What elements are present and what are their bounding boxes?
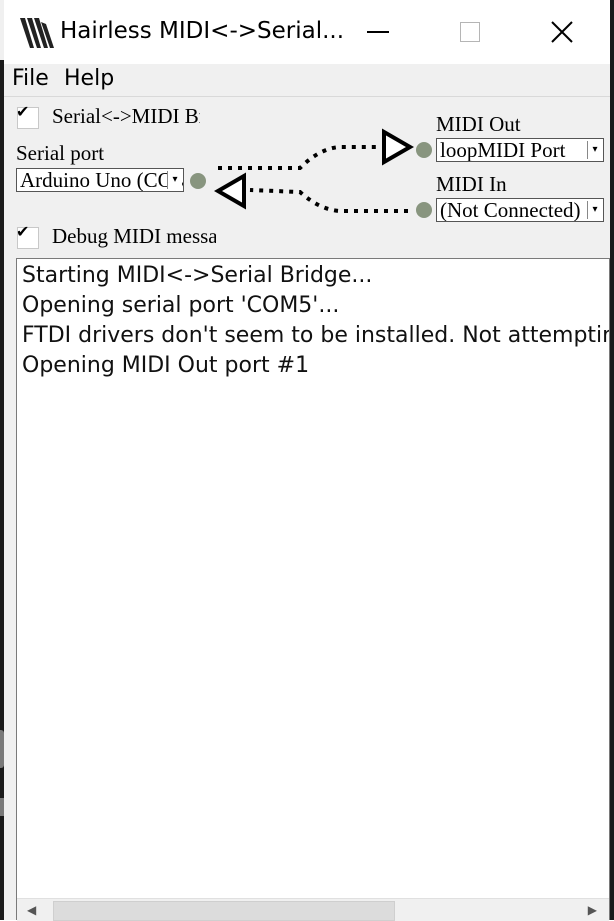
- midi-out-label: MIDI Out: [436, 112, 521, 136]
- scroll-right-icon[interactable]: ▶: [588, 903, 597, 917]
- log-horizontal-scrollbar[interactable]: ◀ ▶: [17, 898, 609, 921]
- midi-out-status-dot: [416, 142, 432, 158]
- debug-midi-checkbox[interactable]: ✔: [16, 222, 39, 249]
- midi-in-label: MIDI In: [436, 172, 507, 196]
- log-line: Opening MIDI Out port #1: [22, 353, 310, 378]
- background-window-edge: [0, 60, 4, 920]
- midi-in-to-serial-link: [249, 188, 408, 213]
- log-line: Starting MIDI<->Serial Bridge...: [22, 263, 373, 288]
- midi-in-value: (Not Connected): [440, 198, 581, 222]
- debug-midi-label: Debug MIDI messages: [52, 224, 216, 248]
- arrow-right-icon: [382, 128, 415, 166]
- log-line: Opening serial port 'COM5'...: [22, 293, 340, 318]
- background-edge-tab: [0, 730, 4, 768]
- dropdown-arrow-icon: ▾: [587, 141, 602, 159]
- serial-to-midi-out-link: [218, 145, 380, 170]
- scrollbar-thumb[interactable]: [53, 901, 395, 921]
- background-edge-tab: [0, 798, 4, 816]
- midi-in-select[interactable]: (Not Connected) ▾: [436, 198, 604, 222]
- scroll-left-icon[interactable]: ◀: [27, 903, 36, 917]
- dropdown-arrow-icon: ▾: [587, 201, 602, 219]
- arrow-left-icon: [213, 172, 246, 210]
- midi-out-value: loopMIDI Port: [440, 138, 566, 162]
- midi-in-status-dot: [416, 202, 432, 218]
- debug-log[interactable]: Starting MIDI<->Serial Bridge... Opening…: [16, 258, 610, 920]
- app-window: Hairless MIDI<->Serial... File Help ✔ Se…: [0, 0, 614, 921]
- window-border: [610, 0, 614, 920]
- checkmark-icon: ✔: [16, 222, 30, 241]
- log-line: FTDI drivers don't seem to be installed.…: [22, 323, 609, 348]
- midi-out-select[interactable]: loopMIDI Port ▾: [436, 138, 604, 162]
